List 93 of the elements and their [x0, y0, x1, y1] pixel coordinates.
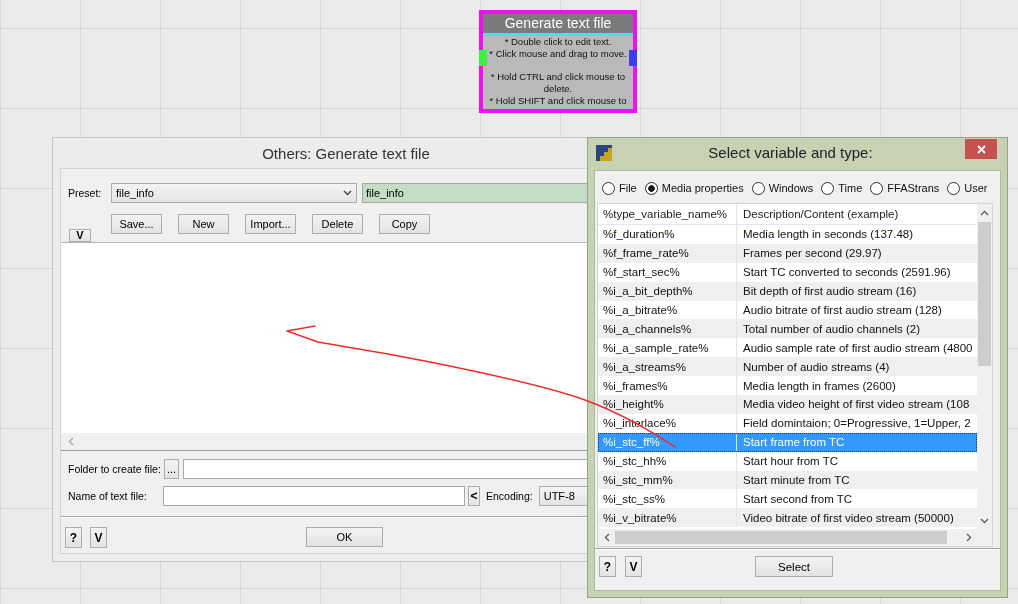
dialog-title: Select variable and type:	[708, 144, 873, 161]
table-row[interactable]: %i_a_bit_depth% Bit depth of first audio stream (16)	[598, 281, 977, 301]
node-instruction: * Hold CTRL and click mouse to delete.	[489, 71, 627, 95]
field-label: Encoding:	[486, 490, 533, 502]
encoding-dropdown[interactable]: UTF-8	[538, 486, 587, 506]
help-button[interactable]: ?	[65, 527, 82, 548]
input-port-icon[interactable]	[479, 50, 487, 66]
table-cell-text: Number of audio streams (4)	[742, 359, 891, 375]
table-cell-text: Start second from TC	[742, 491, 854, 507]
text-editor-field[interactable]	[61, 242, 587, 451]
table-cell: %i_stc_ff%	[598, 432, 737, 452]
toggle-button[interactable]: V	[69, 229, 91, 242]
chevron-up-icon	[980, 209, 989, 216]
preset-button[interactable]: New	[178, 214, 229, 234]
workflow-node[interactable]: Generate text file * Double click to edit text. * Click mouse and drag to move. * Hold CTRL and click mouse to delete. * Hold SHIFT and click mouse to	[479, 10, 637, 113]
table-cell-text: Media video height of first video stream (108	[742, 397, 971, 413]
chevron-left-icon	[603, 533, 610, 542]
table-row[interactable]: %i_a_streams% Number of audio streams (4)	[598, 357, 977, 377]
output-port-icon[interactable]	[629, 50, 637, 66]
radio-option[interactable]: Windows	[751, 181, 814, 195]
field-label: Name of text file:	[68, 490, 148, 502]
table-cell-text: Media length in frames (2600)	[742, 378, 897, 394]
radio-option[interactable]: File	[602, 181, 637, 195]
node-title: Generate text file	[483, 14, 633, 36]
file-name-field[interactable]	[163, 486, 465, 506]
table-cell-text: Bit depth of first audio stream (16)	[742, 284, 918, 300]
dialog-title: Others: Generate text file	[262, 144, 430, 162]
toggle-button[interactable]: V	[90, 527, 107, 548]
close-button[interactable]	[965, 139, 997, 159]
table-cell: %i_a_channels%	[598, 319, 737, 339]
ok-button[interactable]: OK	[306, 527, 383, 547]
horizontal-scrollbar[interactable]	[598, 529, 992, 546]
field-label: Folder to create file:	[68, 463, 162, 475]
table-cell-text: Start frame from TC	[742, 435, 846, 451]
node-instruction: * Click mouse and drag to move.	[488, 48, 628, 60]
table-cell: %f_frame_rate%	[598, 243, 737, 263]
table-cell-text: Media length in seconds (137.48)	[742, 227, 915, 243]
scrollbar-thumb[interactable]	[615, 531, 947, 544]
table-row[interactable]: %f_duration% Media length in seconds (137.48)	[598, 225, 977, 244]
close-icon	[976, 144, 986, 154]
vertical-scrollbar[interactable]	[977, 204, 992, 529]
table-row[interactable]: %i_v_bitrate% Video bitrate of first video stream (50000)	[598, 508, 977, 528]
table-cell-text: Audio sample rate of first audio stream (4800	[742, 340, 974, 356]
chevron-left-icon	[68, 437, 74, 446]
table-cell-text: Start minute from TC	[742, 473, 851, 488]
table-cell-text: Total number of audio channels (2)	[742, 321, 922, 337]
table-cell: %f_duration%	[598, 225, 737, 244]
table-cell: %i_v_bitrate%	[598, 508, 737, 528]
horizontal-scrollbar[interactable]	[61, 433, 587, 450]
help-button[interactable]: ?	[599, 556, 616, 577]
radio-option[interactable]: FFAStrans	[870, 181, 940, 195]
table-row[interactable]: %i_a_channels% Total number of audio channels (2)	[598, 319, 977, 339]
column-header[interactable]: Description/Content (example)	[737, 204, 977, 224]
table-cell-text: Start TC converted to seconds (2591.96)	[742, 265, 952, 281]
node-instruction: * Double click to edit text.	[503, 36, 613, 48]
table-row[interactable]: %f_start_sec% Start TC converted to seconds (2591.96)	[598, 262, 977, 282]
preset-button[interactable]: Save...	[111, 214, 162, 234]
radio-option[interactable]: Time	[821, 181, 863, 195]
table-row[interactable]: %i_stc_hh% Start hour from TC	[598, 451, 977, 471]
insert-button[interactable]: <	[468, 486, 480, 506]
table-cell: %i_a_streams%	[598, 357, 737, 377]
preset-button[interactable]: Import...	[245, 214, 296, 234]
preset-button[interactable]: Copy	[379, 214, 430, 234]
table-cell-text: Frames per second (29.97)	[742, 246, 883, 262]
folder-field[interactable]	[183, 459, 587, 479]
table-cell: %f_start_sec%	[598, 262, 737, 282]
select-button[interactable]: Select	[755, 556, 833, 577]
browse-button[interactable]: ...	[164, 459, 179, 479]
table-cell: %i_a_bit_depth%	[598, 281, 737, 301]
table-row[interactable]: %i_height% Media video height of first video stream (108	[598, 395, 977, 414]
chevron-right-icon	[965, 533, 972, 542]
app-logo-icon	[596, 145, 612, 161]
table-cell-text: Video bitrate of first video stream (50000)	[742, 510, 955, 526]
chevron-down-icon	[343, 190, 352, 196]
table-cell-text: Start hour from TC	[742, 454, 839, 470]
radio-option[interactable]: Media properties	[644, 181, 744, 195]
table-row[interactable]: %i_stc_mm% Start minute from TC	[598, 470, 977, 490]
table-row[interactable]: %f_frame_rate% Frames per second (29.97)	[598, 243, 977, 263]
table-cell: %i_height%	[598, 395, 737, 414]
table-cell-text: Audio bitrate of first audio stream (128)	[742, 303, 943, 318]
radio-option[interactable]: User	[947, 181, 988, 195]
node-instruction: * Hold SHIFT and click mouse to	[488, 95, 628, 107]
preset-dropdown[interactable]: file_info	[111, 183, 357, 203]
table-cell-text: Field domintaion; 0=Progressive, 1=Upper, 2	[742, 416, 972, 432]
toggle-button[interactable]: V	[625, 556, 642, 577]
column-header[interactable]: %type_variable_name%	[598, 204, 737, 224]
table-cell: %i_stc_mm%	[598, 470, 737, 490]
field-label: Preset:	[68, 187, 103, 199]
scrollbar-thumb[interactable]	[978, 222, 991, 366]
chevron-down-icon	[980, 517, 989, 524]
preset-name-field[interactable]: file_info	[362, 183, 587, 203]
table-cell: %i_stc_hh%	[598, 451, 737, 471]
preset-button[interactable]: Delete	[312, 214, 363, 234]
